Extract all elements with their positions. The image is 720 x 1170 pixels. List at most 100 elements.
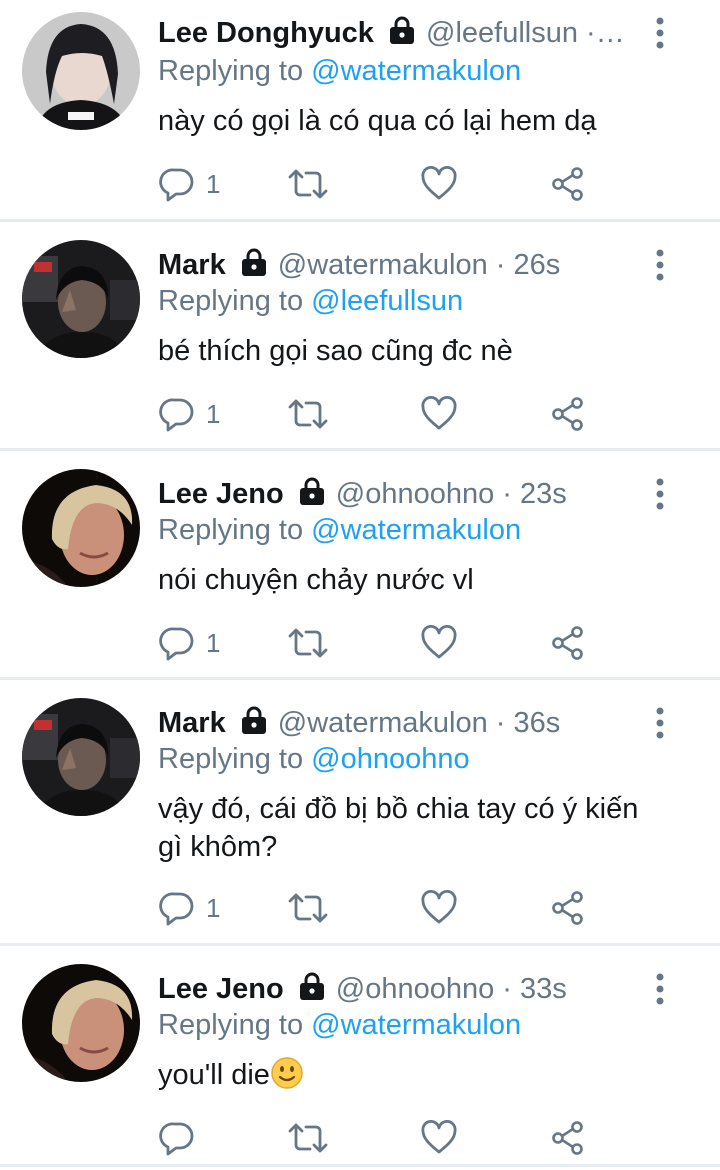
more-vertical-icon[interactable] (652, 706, 668, 740)
heart-icon (421, 165, 457, 200)
replying-to-label: Replying to (158, 743, 312, 775)
separator: · (577, 17, 596, 49)
more-vertical-icon[interactable] (652, 16, 668, 50)
mention-link[interactable]: @watermakulon (311, 514, 521, 546)
tweet-text: vậy đó, cái đồ bị bồ chia tay có ý kiến … (158, 793, 639, 863)
retweet-button[interactable] (286, 394, 330, 434)
heart-icon (421, 889, 457, 924)
timestamp: 23s (520, 478, 567, 510)
reply-button[interactable]: 1 (158, 888, 220, 928)
heart-icon (421, 1119, 457, 1154)
retweet-icon (288, 893, 328, 923)
reply-count: 1 (206, 398, 221, 429)
share-icon (552, 1121, 583, 1155)
user-handle[interactable]: @ohnoohno (336, 973, 494, 1005)
lock-icon (238, 705, 270, 742)
lock-icon (238, 247, 270, 284)
display-name[interactable]: Lee Donghyuck (158, 17, 374, 49)
retweet-button[interactable] (286, 164, 330, 204)
reply-icon (159, 892, 194, 926)
retweet-icon (288, 1123, 328, 1153)
like-button[interactable] (420, 394, 458, 434)
display-name[interactable]: Lee Jeno (158, 478, 284, 510)
avatar[interactable] (22, 964, 140, 1082)
share-button[interactable] (550, 394, 586, 434)
share-icon (552, 891, 583, 925)
tweet-actions (158, 1118, 638, 1158)
reply-count: 1 (206, 168, 221, 199)
tweet-header: Lee Jeno @ohnoohno · 23s (158, 475, 650, 513)
display-name[interactable]: Lee Jeno (158, 973, 284, 1005)
separator: · (494, 478, 521, 510)
avatar[interactable] (22, 12, 140, 130)
tweet-actions: 1 (158, 888, 638, 928)
timestamp: … (595, 17, 625, 49)
lock-icon (386, 15, 418, 52)
reply-button[interactable]: 1 (158, 394, 220, 434)
user-handle[interactable]: @leefullsun (426, 17, 578, 49)
tweet-text: nói chuyện chảy nước vl (158, 564, 474, 596)
user-handle[interactable]: @ohnoohno (336, 478, 494, 510)
share-button[interactable] (550, 623, 586, 663)
tweet[interactable]: Mark @watermakulon · 26s Replying to @le… (0, 222, 720, 451)
replying-to-label: Replying to (158, 55, 312, 87)
display-name[interactable]: Mark (158, 249, 226, 281)
separator: · (487, 249, 514, 281)
reply-icon (159, 168, 194, 202)
tweet[interactable]: Lee Jeno @ohnoohno · 33s Replying to @wa… (0, 946, 720, 1167)
share-button[interactable] (550, 1118, 586, 1158)
tweet-text: này có gọi là có qua có lại hem dạ (158, 105, 597, 137)
like-button[interactable] (420, 1118, 458, 1158)
more-vertical-icon[interactable] (652, 248, 668, 282)
reply-count: 1 (206, 627, 221, 658)
heart-icon (421, 624, 457, 659)
reply-button[interactable] (158, 1118, 206, 1158)
mention-link[interactable]: @leefullsun (311, 285, 463, 317)
avatar[interactable] (22, 469, 140, 587)
avatar[interactable] (22, 240, 140, 358)
tweet[interactable]: Lee Donghyuck @leefullsun ·… Replying to… (0, 0, 720, 222)
reply-button[interactable]: 1 (158, 623, 220, 663)
user-handle[interactable]: @watermakulon (278, 707, 488, 739)
heart-icon (421, 395, 457, 430)
retweet-icon (288, 169, 328, 199)
retweet-button[interactable] (286, 888, 330, 928)
retweet-button[interactable] (286, 623, 330, 663)
avatar[interactable] (22, 698, 140, 816)
like-button[interactable] (420, 164, 458, 204)
replying-to-label: Replying to (158, 285, 312, 317)
replying-to-label: Replying to (158, 1009, 312, 1041)
retweet-icon (288, 399, 328, 429)
tweet-text: bé thích gọi sao cũng đc nè (158, 335, 513, 367)
share-button[interactable] (550, 888, 586, 928)
like-button[interactable] (420, 888, 458, 928)
mention-link[interactable]: @watermakulon (311, 1009, 521, 1041)
timestamp: 36s (513, 707, 561, 739)
timestamp: 33s (520, 973, 567, 1005)
mention-link[interactable]: @watermakulon (311, 55, 521, 87)
more-vertical-icon[interactable] (652, 972, 668, 1006)
share-button[interactable] (550, 164, 586, 204)
replying-to-label: Replying to (158, 514, 312, 546)
display-name[interactable]: Mark (158, 707, 226, 739)
tweet-text-content: you'll die (158, 1059, 270, 1091)
replying-to: Replying to @ohnoohno (158, 740, 470, 778)
reply-count: 1 (206, 892, 221, 923)
reply-icon (159, 1122, 194, 1156)
reply-button[interactable]: 1 (158, 164, 220, 204)
like-button[interactable] (420, 623, 458, 663)
tweet-text: you'll die (158, 1056, 658, 1100)
tweet[interactable]: Mark @watermakulon · 36s Replying to @oh… (0, 680, 720, 946)
replying-to: Replying to @leefullsun (158, 282, 463, 320)
tweet-header: Mark @watermakulon · 36s (158, 704, 650, 742)
share-icon (552, 397, 583, 431)
replying-to: Replying to @watermakulon (158, 511, 521, 549)
user-handle[interactable]: @watermakulon (278, 249, 488, 281)
mention-link[interactable]: @ohnoohno (311, 743, 469, 775)
timestamp: 26s (513, 249, 561, 281)
retweet-button[interactable] (286, 1118, 330, 1158)
tweet[interactable]: Lee Jeno @ohnoohno · 23s Replying to @wa… (0, 451, 720, 680)
lock-icon (296, 476, 328, 513)
replying-to: Replying to @watermakulon (158, 1006, 521, 1044)
more-vertical-icon[interactable] (652, 477, 668, 511)
